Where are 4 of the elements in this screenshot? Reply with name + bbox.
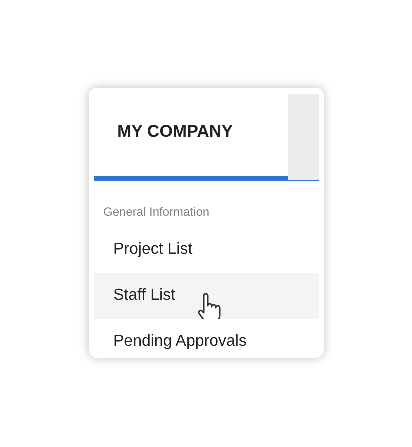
section-label: General Information: [102, 204, 211, 221]
tab[interactable]: [288, 94, 318, 180]
menu-item[interactable]: Pending Approvals: [94, 319, 318, 358]
menu-item[interactable]: Staff List: [94, 273, 318, 319]
